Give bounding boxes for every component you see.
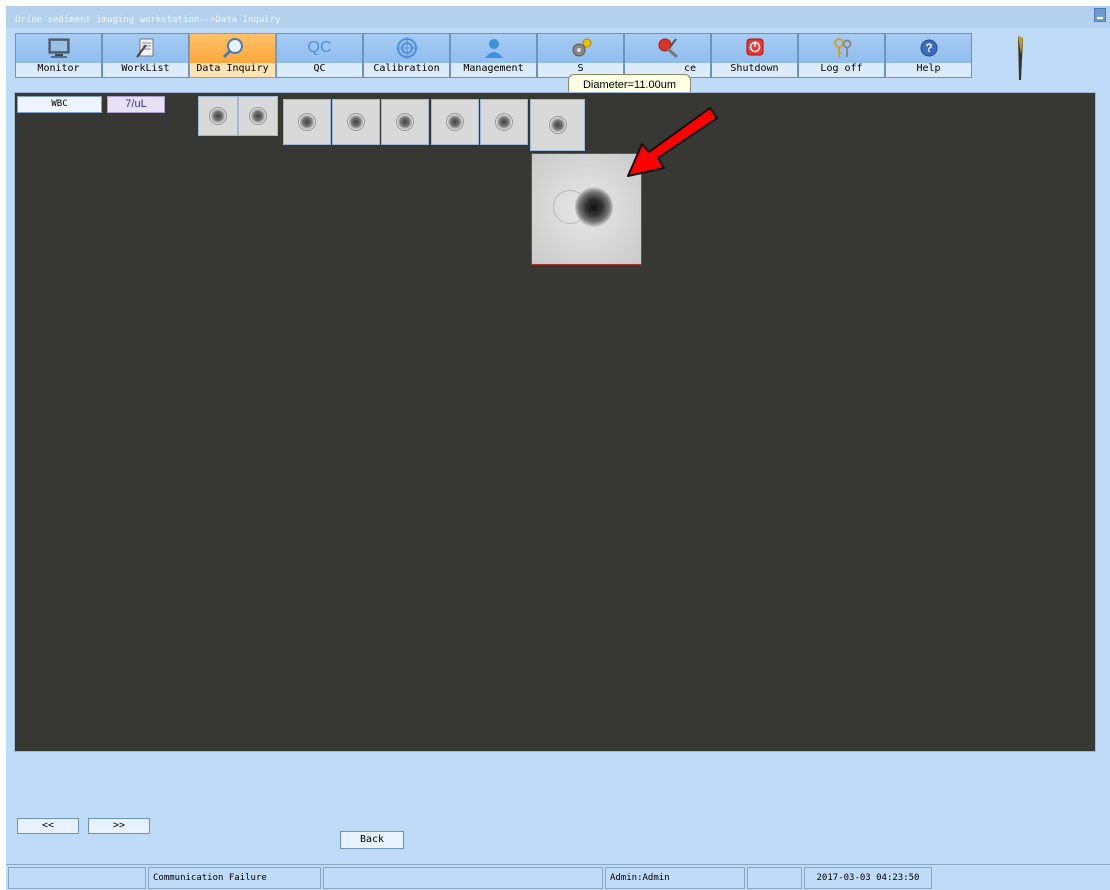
keys-icon [830,37,854,59]
logoff-label: Log off [820,63,863,74]
maintenance-button[interactable]: ce [624,33,711,78]
current-user: Admin:Admin [605,867,745,889]
target-icon [395,37,419,59]
minimize-button[interactable] [1094,8,1106,22]
cell-image [298,113,316,131]
cell-thumbnail[interactable] [431,99,479,145]
status-cell-empty [323,867,603,889]
next-page-button[interactable]: >> [88,818,150,834]
qc-icon: QC [307,39,332,56]
power-icon [743,37,767,59]
cell-thumbnail[interactable] [332,99,380,145]
red-arrow-annotation [627,107,718,177]
cell-thumbnail[interactable] [480,99,528,145]
cell-thumbnail[interactable] [238,96,278,136]
status-cell-empty [8,867,146,889]
cell-image [446,113,464,131]
tools-icon [656,37,680,59]
monitor-label: Monitor [37,63,80,74]
cell-image [396,113,414,131]
status-datetime: 2017-03-03 04:23:50 [804,867,932,889]
logoff-button[interactable]: Log off [798,33,885,78]
communication-status: Communication Failure [148,867,321,889]
title-bar: Urine sediment imaging workstation-->Dat… [6,6,1110,28]
cell-image [548,116,567,134]
calibration-button[interactable]: Calibration [363,33,450,78]
svg-text:?: ? [925,41,932,55]
category-tab-wbc[interactable]: WBC [17,96,102,113]
main-toolbar: Monitor WorkList Data Inquiry QC QC Cali… [15,33,972,78]
qc-button[interactable]: QC QC [276,33,363,78]
enlarged-cell-image [575,187,613,227]
settings-label: S [577,63,584,74]
data-inquiry-label: Data Inquiry [196,63,269,74]
cell-image [495,113,513,131]
help-button[interactable]: ? Help [885,33,972,78]
help-icon: ? [917,37,941,59]
flag-icon [1018,36,1023,80]
back-button[interactable]: Back [340,831,404,849]
worklist-label: WorkList [121,63,170,74]
help-label: Help [916,63,941,74]
cell-thumbnail-selected[interactable] [530,99,585,151]
qc-label: QC [313,63,326,74]
maintenance-label: ce [683,63,696,74]
cell-image [209,107,227,125]
count-badge: 7/uL [107,96,165,113]
monitor-button[interactable]: Monitor [15,33,102,78]
monitor-icon [47,37,71,59]
user-icon [482,37,506,59]
cell-thumbnail[interactable] [198,96,238,136]
shutdown-button[interactable]: Shutdown [711,33,798,78]
gear-icon [569,37,593,59]
search-icon [221,37,245,59]
worklist-icon [134,37,158,59]
cell-thumbnail[interactable] [283,99,331,145]
calibration-label: Calibration [373,63,440,74]
data-inquiry-button[interactable]: Data Inquiry [189,33,276,78]
cell-thumbnail[interactable] [381,99,429,145]
status-bar: Communication Failure Admin:Admin 2017-0… [6,864,1110,890]
management-label: Management [463,63,524,74]
management-button[interactable]: Management [450,33,537,78]
worklist-button[interactable]: WorkList [102,33,189,78]
window-title: Urine sediment imaging workstation-->Dat… [15,15,281,25]
image-panel: WBC 7/uL [14,92,1096,752]
app-window: Urine sediment imaging workstation-->Dat… [6,6,1110,890]
status-cell-empty [747,867,802,889]
settings-button[interactable]: S [537,33,624,78]
previous-page-button[interactable]: << [17,818,79,834]
cell-image [249,107,267,125]
shutdown-label: Shutdown [730,63,779,74]
cell-image [347,113,365,131]
